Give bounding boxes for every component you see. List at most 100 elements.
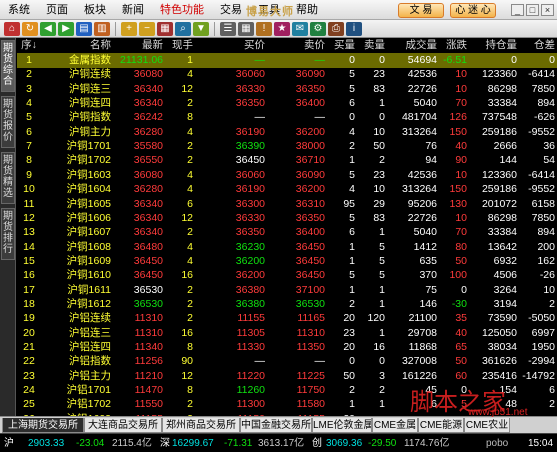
tab-futures-overview[interactable]: 期货综合: [1, 40, 15, 92]
header-col-bid[interactable]: 买价: [193, 38, 265, 53]
col-open-interest-cell: 38034: [487, 341, 517, 353]
col-oi-change-cell: -626: [533, 111, 555, 124]
tab-czce[interactable]: 郑州商品交易所: [162, 418, 240, 433]
tab-cme-energy[interactable]: CME能源: [418, 418, 464, 433]
col-index-cell: 9: [26, 168, 32, 181]
table-row[interactable]: 17 沪铜1611 36530 2 36380 37100 1 1 75 0 3264 10: [17, 283, 557, 298]
table-row[interactable]: 10 沪铜1604 36280 4 36190 36200 4 10 313264 150 2591…: [17, 182, 557, 197]
tab-futures-quote[interactable]: 期货报价: [1, 96, 15, 148]
zoom-in-icon[interactable]: +: [121, 21, 137, 36]
minimize-icon[interactable]: _: [511, 4, 524, 16]
col-last-cell: 11310: [134, 312, 163, 325]
header-col-turnover[interactable]: 成交量: [385, 38, 438, 53]
info-icon[interactable]: i: [346, 21, 362, 36]
col-name-cell: 金属指数: [69, 54, 111, 66]
header-col-oi-change[interactable]: 仓差: [517, 38, 555, 53]
tab-futures-select[interactable]: 期货精选: [1, 152, 15, 204]
table-row[interactable]: 19 沪铝连续 11310 2 11155 11165 20 120 21100 35 73590-…: [17, 311, 557, 326]
tab-lme-metal[interactable]: LME伦敦金属: [312, 418, 372, 433]
header-col-volume-now[interactable]: 现手: [163, 38, 193, 53]
table-row[interactable]: 20 沪铝连三 11310 16 11305 11310 23 1 29708 40 125050 6…: [17, 326, 557, 341]
col-bid-vol-cell: 2: [349, 140, 355, 153]
col-ask-vol-cell: 29: [373, 197, 385, 210]
table-row[interactable]: 18 沪铜1612 36530 2 36380 36530 2 1 146 -30 3194 2: [17, 297, 557, 312]
header-col-change[interactable]: 涨跌: [437, 38, 467, 53]
tab-cme-agri[interactable]: CME农业: [464, 418, 510, 433]
table-row[interactable]: 6 沪铜主力 36280 4 36190 36200 4 10 313264 150 259186-…: [17, 125, 557, 140]
settings-icon[interactable]: ⚙: [310, 21, 326, 36]
col-ask-vol-cell: 10: [373, 183, 385, 196]
refresh-icon[interactable]: ↻: [22, 21, 38, 36]
col-change-cell: 80: [455, 240, 467, 253]
table-row[interactable]: 3 沪铜连三 36340 12 36330 36350 5 83 22726 10 86298 785…: [17, 82, 557, 97]
col-turnover-cell: 29708: [407, 326, 437, 339]
indicator-icon[interactable]: ▦: [157, 21, 173, 36]
chart-icon[interactable]: ▤: [76, 21, 92, 36]
news-icon[interactable]: ✉: [292, 21, 308, 36]
index-cy-name: 创: [312, 438, 322, 449]
table-row[interactable]: 5 沪铜指数 36242 8 — — 0 0 481704 126 737548 -626: [17, 110, 557, 125]
table-row[interactable]: 7 沪铜1701 35580 2 36390 38000 2 50 76 40 2666 36: [17, 139, 557, 154]
menu-news[interactable]: 新闻: [114, 0, 152, 20]
kline-icon[interactable]: ▥: [94, 21, 110, 36]
col-last-cell: 36080: [133, 168, 163, 181]
header-col-open-interest[interactable]: 持仓量: [467, 38, 518, 53]
forward-icon[interactable]: ▶: [58, 21, 74, 36]
wenyi-button[interactable]: 文 易: [398, 3, 444, 18]
alert-icon[interactable]: !: [256, 21, 272, 36]
table-row[interactable]: 11 沪铜1605 36340 6 36300 36310 95 29 95206 130 2010…: [17, 197, 557, 212]
menu-special[interactable]: 特色功能: [152, 0, 212, 20]
table-row[interactable]: 22 沪铝指数 11256 90 — — 0 0 327008 50 361626 -2994: [17, 354, 557, 369]
menu-page[interactable]: 页面: [38, 0, 76, 20]
header-col-ask-vol[interactable]: 卖量: [355, 38, 385, 53]
col-name-cell: 沪铜1609: [66, 254, 111, 267]
zoom-out-icon[interactable]: −: [139, 21, 155, 36]
header-col-bid-vol[interactable]: 买量: [325, 38, 355, 53]
col-name-cell: 沪铝连四: [69, 341, 111, 353]
table-row[interactable]: 12 沪铜1606 36340 12 36330 36350 5 83 22726 10 86298…: [17, 211, 557, 226]
table-row[interactable]: 15 沪铜1609 36450 4 36200 36450 1 5 635 50 6932 162: [17, 254, 557, 269]
filter-icon[interactable]: ▼: [193, 21, 209, 36]
table-row[interactable]: 21 沪铝连四 11340 8 11330 11350 20 16 11868 65 38034 19…: [17, 340, 557, 355]
home-icon[interactable]: ⌂: [4, 21, 20, 36]
tab-cme-metal[interactable]: CME金属: [372, 418, 418, 433]
favorite-icon[interactable]: ★: [274, 21, 290, 36]
col-name-cell: 沪铜1612: [66, 297, 111, 310]
grid-view-icon[interactable]: ▦: [238, 21, 254, 36]
index-sz-amount: 3613.17亿: [258, 438, 305, 449]
col-bid-cell: 36060: [235, 68, 265, 81]
tab-dce[interactable]: 大连商品交易所: [84, 418, 162, 433]
close-icon[interactable]: ×: [541, 4, 554, 16]
col-ask-vol-cell: 83: [373, 82, 385, 95]
maximize-icon[interactable]: □: [526, 4, 539, 16]
search-icon[interactable]: ⌕: [175, 21, 191, 36]
col-open-interest-cell: 259186: [481, 125, 517, 138]
table-row[interactable]: 2 沪铜连续 36080 4 36060 36090 5 23 42536 10 123360 -64…: [17, 67, 557, 82]
table-row[interactable]: 13 沪铜1607 36340 2 36350 36400 6 1 5040 70 33384 894: [17, 225, 557, 240]
table-row[interactable]: 9 沪铜1603 36080 4 36060 36090 5 23 42536 10 123360-…: [17, 168, 557, 183]
menu-trade[interactable]: 交易: [212, 0, 250, 20]
print-icon[interactable]: ⎙: [328, 21, 344, 36]
col-ask-cell: 11165: [297, 312, 325, 325]
table-row[interactable]: 1 金属指数 21131.06 1 — — 0 0 54694 -6.51 0 0: [17, 53, 557, 68]
back-icon[interactable]: ◀: [40, 21, 56, 36]
menu-sector[interactable]: 板块: [76, 0, 114, 20]
table-row[interactable]: 16 沪铜1610 36450 16 36200 36450 5 5 370 100 4506 -26: [17, 268, 557, 283]
tab-cffex[interactable]: 中国金融交易所: [240, 418, 312, 433]
header-col-ask[interactable]: 卖价: [265, 38, 325, 53]
list-view-icon[interactable]: ☰: [220, 21, 236, 36]
col-volume-now-cell: 2: [187, 312, 193, 325]
header-col-name[interactable]: 名称: [41, 38, 111, 53]
col-index-cell: 1: [26, 54, 32, 66]
col-open-interest-cell: 259186: [481, 183, 517, 196]
tab-shfe[interactable]: 上海期货交易所: [2, 418, 84, 433]
tab-futures-rank[interactable]: 期货排行: [1, 208, 15, 260]
table-row[interactable]: 14 沪铜1608 36480 4 36230 36450 1 5 1412 80 13642 200: [17, 240, 557, 255]
table-row[interactable]: 4 沪铜连四 36340 2 36350 36400 6 1 5040 70 33384 894: [17, 96, 557, 111]
col-name-cell: 沪铜1701: [66, 140, 111, 153]
header-col-last[interactable]: 最新: [111, 38, 163, 53]
menu-system[interactable]: 系统: [0, 0, 38, 20]
table-row[interactable]: 8 沪铜1702 36550 2 36450 36710 1 2 94 90 144 54: [17, 153, 557, 168]
header-col-index[interactable]: 序↓: [17, 38, 41, 53]
xintong-button[interactable]: 心 迷 心: [450, 3, 496, 18]
